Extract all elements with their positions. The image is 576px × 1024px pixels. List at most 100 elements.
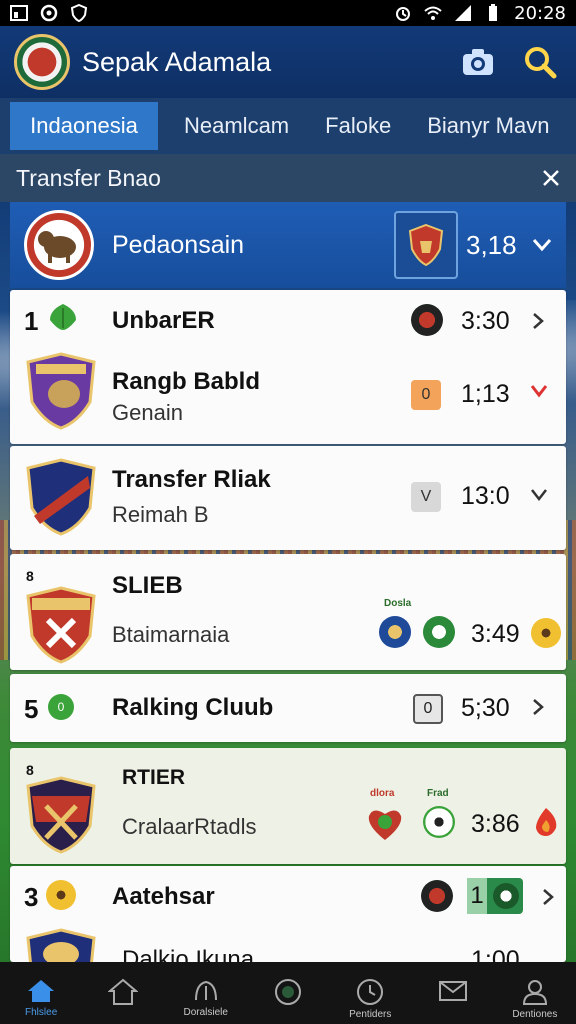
match-time: 1;13 <box>461 380 510 408</box>
chevron-right-icon[interactable] <box>532 312 544 330</box>
nav-clock[interactable]: Pentiders <box>329 962 411 1024</box>
featured-time: 3,18 <box>466 229 517 260</box>
list-item[interactable]: 3 Aatehsar 1 <box>10 866 566 926</box>
match-time: 3:86 <box>471 810 520 838</box>
heart-crest-icon <box>368 810 402 840</box>
team-name: Aatehsar <box>112 883 215 910</box>
match-time: 5;30 <box>461 694 510 722</box>
close-icon[interactable] <box>542 169 560 187</box>
nav-label: Doralsiele <box>183 1007 228 1018</box>
rank-number: 1 <box>24 306 39 336</box>
nav-stats[interactable]: Doralsiele <box>165 962 247 1024</box>
gallery-icon <box>10 5 28 21</box>
signal-icon <box>455 5 472 21</box>
ball-icon <box>274 979 301 1005</box>
home-outline-icon <box>108 978 139 1005</box>
tab-bianyr-mavn[interactable]: Bianyr Mavn <box>409 102 567 150</box>
team-card: 1 UnbarER 3:30 Rangb Babld Genain 0 1;13 <box>10 290 566 444</box>
team-crest-icon <box>26 928 96 962</box>
animal-crest-icon <box>38 231 76 263</box>
chevron-right-icon[interactable] <box>542 888 554 906</box>
team-name: RTIER <box>122 766 185 789</box>
app-bar: Sepak Adamala <box>0 26 576 98</box>
list-item[interactable]: Dalkio Ikuna 1:00 <box>10 924 566 962</box>
nav-home[interactable]: Fhlslee <box>0 962 82 1024</box>
app-title: Sepak Adamala <box>82 46 272 77</box>
profile-icon <box>522 980 547 1005</box>
score-badge: V <box>411 482 441 512</box>
team-ball-icon <box>421 880 453 912</box>
score-box-number: 1 <box>467 878 487 914</box>
team-name: SLIEB <box>112 572 183 599</box>
match-time: 13:0 <box>461 482 510 510</box>
home-filled-icon <box>28 980 55 1002</box>
team-ball-icon <box>411 304 443 336</box>
alarm-icon <box>396 7 411 21</box>
nav-mail[interactable] <box>411 962 493 1024</box>
list-item[interactable]: Transfer Rliak Reimah B V 13:0 <box>10 446 566 550</box>
search-button[interactable] <box>518 40 562 84</box>
team-card: 5 0 Ralking Cluub 0 5;30 <box>10 674 566 742</box>
status-bar: 20:28 <box>0 0 576 26</box>
tiny-label: Frad <box>427 788 449 799</box>
status-time: 20:28 <box>514 2 566 24</box>
score-badge: 0 <box>413 694 443 724</box>
tab-bar: Indaonesia Neamlcam Faloke Bianyr Mavn <box>0 98 576 154</box>
shield-status-icon <box>70 4 88 22</box>
chevron-down-icon[interactable] <box>530 488 548 502</box>
score-box: 1 <box>467 878 523 914</box>
nav-label: Pentiders <box>349 1009 392 1020</box>
list-item[interactable]: 5 0 Ralking Cluub 0 5;30 <box>10 674 566 742</box>
rank-number: 3 <box>24 882 39 912</box>
list-item[interactable]: 8 SLIEB Btaimarnaia Dosla 3:49 <box>10 554 566 670</box>
team-name: Dalkio Ikuna <box>122 946 255 962</box>
camera-icon <box>463 49 493 75</box>
nav-profile[interactable]: Dentiones <box>494 962 576 1024</box>
team-name: Ralking Cluub <box>112 694 274 721</box>
chevron-down-icon[interactable] <box>532 238 552 252</box>
match-time: 3:30 <box>461 307 510 335</box>
emoji-icon <box>531 618 561 648</box>
list-item[interactable]: Rangb Babld Genain 0 1;13 <box>10 348 566 444</box>
team-ball-icon <box>423 616 455 648</box>
rank-number: 5 <box>24 694 39 724</box>
nav-home-outline[interactable] <box>82 962 164 1024</box>
team-crest-icon <box>26 776 96 854</box>
score-badge: 0 <box>411 380 441 410</box>
team-crest-icon <box>26 586 96 664</box>
team-card: Transfer Rliak Reimah B V 13:0 <box>10 446 566 550</box>
camera-button[interactable] <box>456 40 500 84</box>
emoji-icon <box>46 880 76 910</box>
list-item[interactable]: 1 UnbarER 3:30 <box>10 290 566 352</box>
list-item[interactable]: 8 RTIER CralaarRtadls dlora Frad 3:86 <box>10 748 566 864</box>
stats-icon <box>194 980 217 1001</box>
battery-icon <box>489 4 498 21</box>
match-time: 3:49 <box>471 620 520 648</box>
search-icon <box>525 47 557 79</box>
team-subtitle: Genain <box>112 400 183 425</box>
team-card: 8 RTIER CralaarRtadls dlora Frad 3:86 <box>10 748 566 864</box>
featured-team-row[interactable]: Pedaonsain 3,18 <box>10 202 566 288</box>
clock-icon <box>357 979 384 1005</box>
tab-neamlcam[interactable]: Neamlcam <box>166 102 307 150</box>
mail-icon <box>438 981 467 1001</box>
nav-ball[interactable] <box>247 962 329 1024</box>
tiny-label: Dosla <box>384 598 412 609</box>
featured-badge-box <box>394 211 458 279</box>
tab-indaonesia[interactable]: Indaonesia <box>10 102 158 150</box>
chevron-down-red-icon[interactable] <box>530 384 548 398</box>
featured-team-name: Pedaonsain <box>112 230 245 259</box>
team-name: Transfer Rliak <box>112 466 271 493</box>
team-card: 8 SLIEB Btaimarnaia Dosla 3:49 <box>10 554 566 670</box>
team-subtitle: Btaimarnaia <box>112 622 230 647</box>
leaf-icon <box>50 304 76 330</box>
featured-team-crest <box>24 210 94 280</box>
flame-icon <box>536 808 557 836</box>
shield-badge-icon <box>408 223 444 267</box>
chevron-right-icon[interactable] <box>532 698 544 716</box>
team-ball-icon <box>493 883 519 909</box>
tab-faloke[interactable]: Faloke <box>307 102 409 150</box>
section-header: Transfer Bnao <box>0 154 576 202</box>
team-subtitle: CralaarRtadls <box>122 814 257 839</box>
team-card: 3 Aatehsar 1 Dalkio Ikuna 1:00 <box>10 866 566 962</box>
